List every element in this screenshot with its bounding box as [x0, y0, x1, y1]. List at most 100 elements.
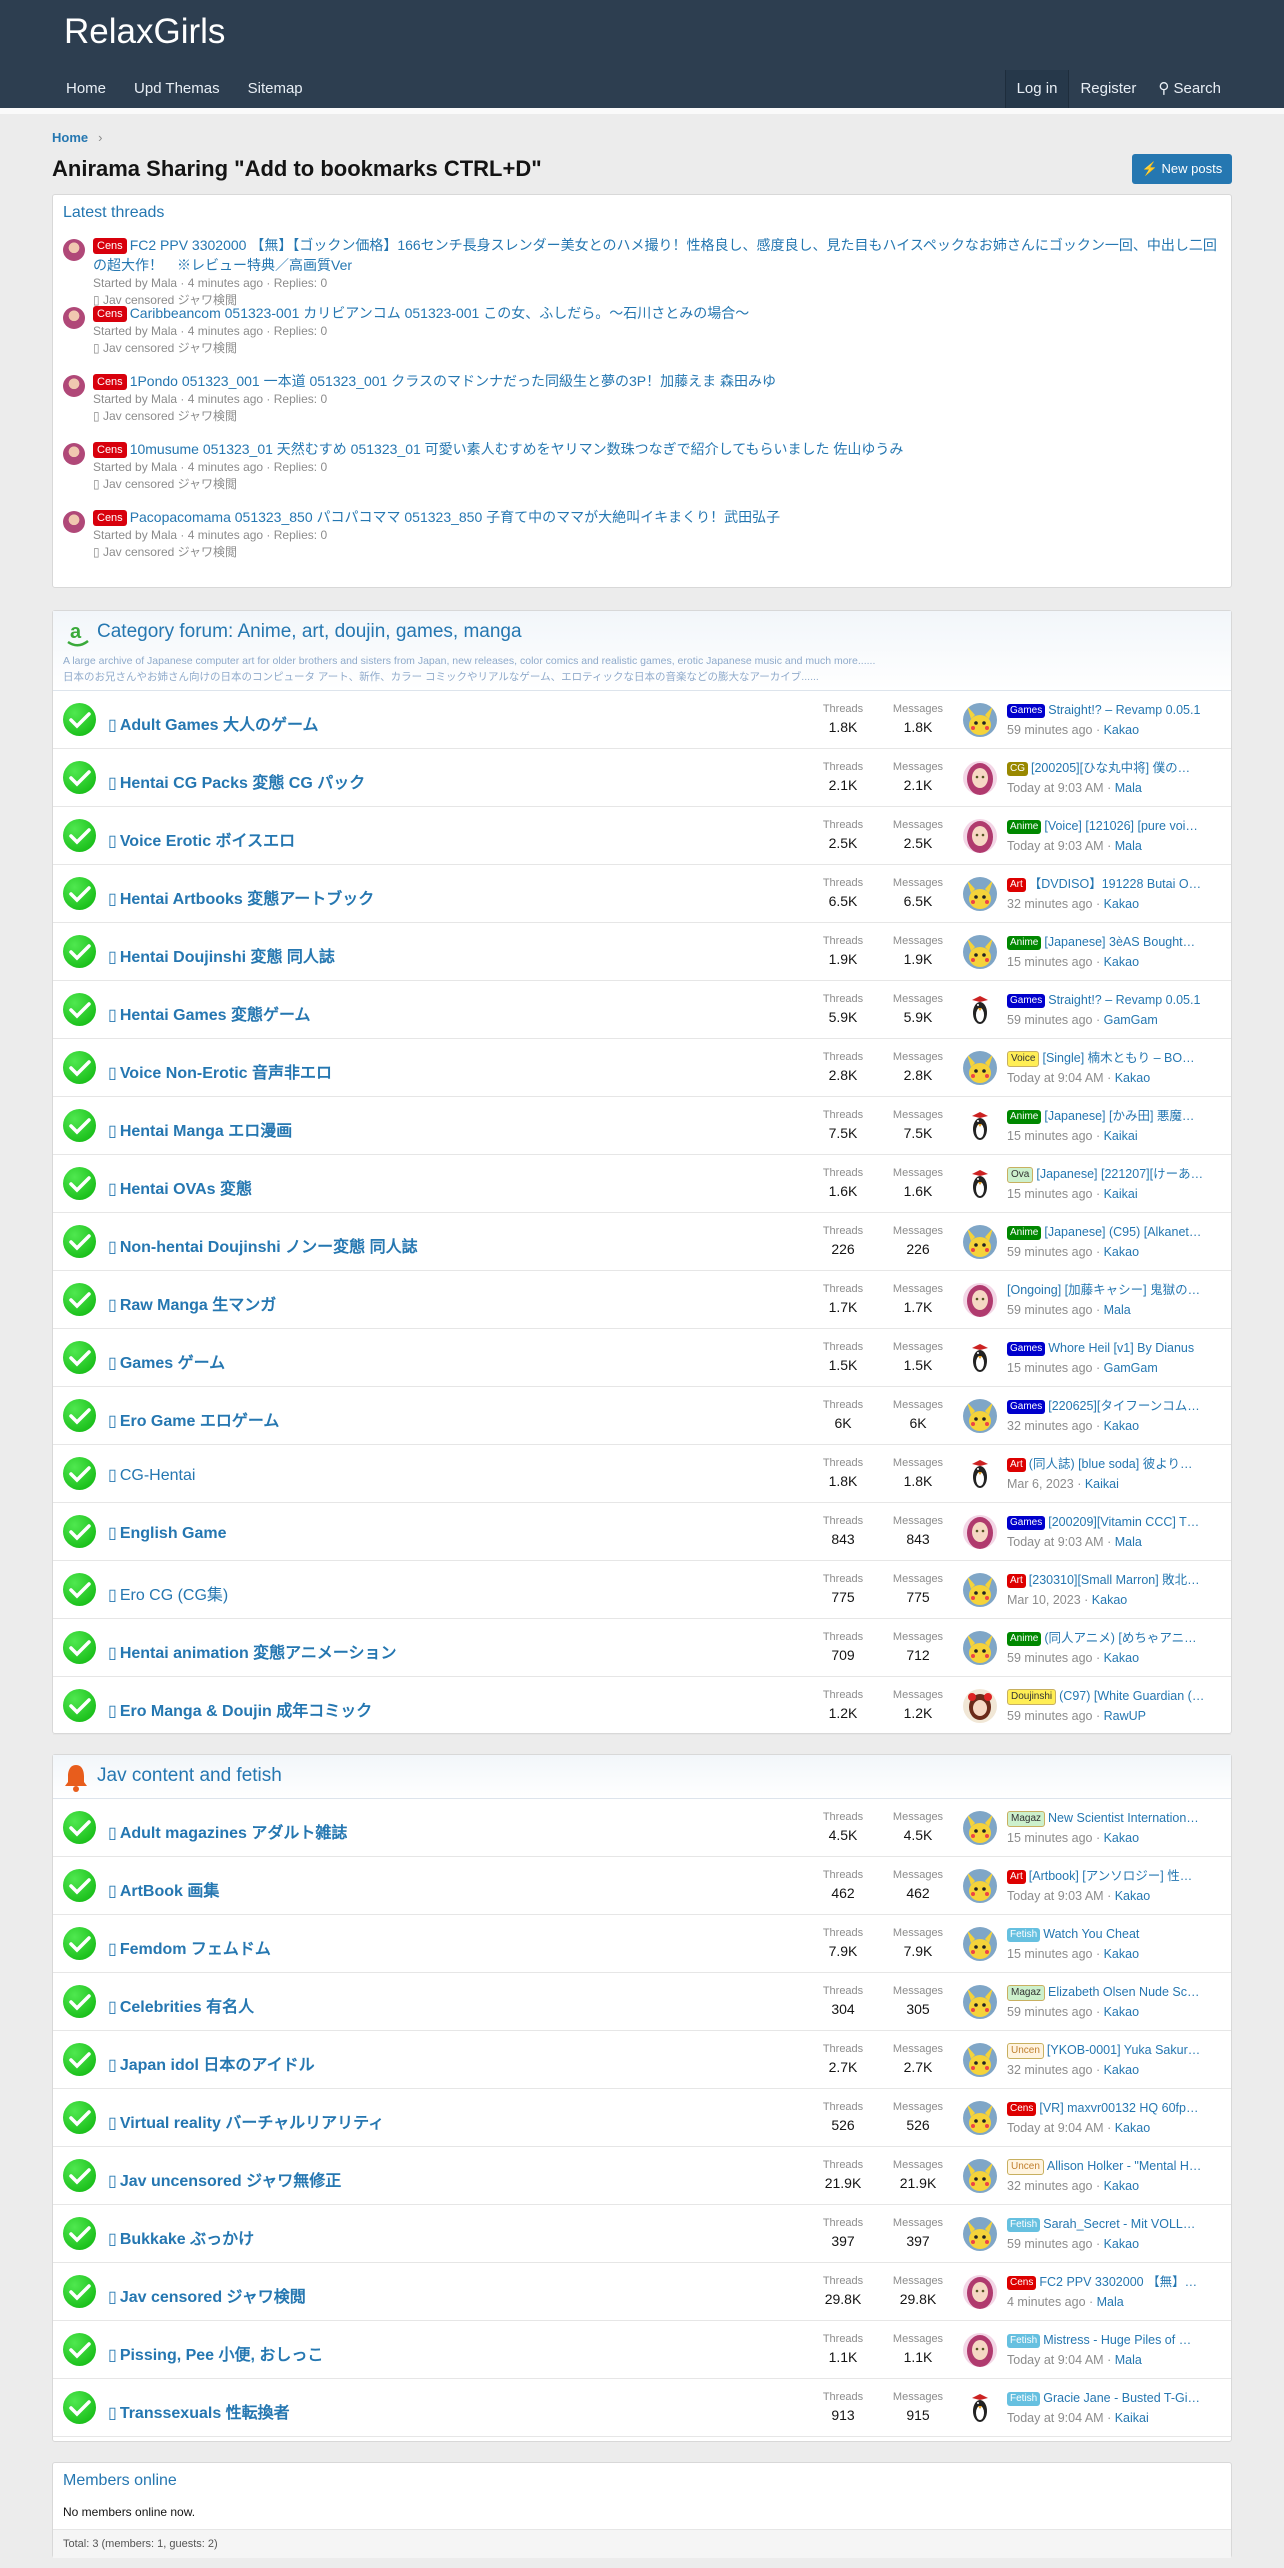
forum-name-text[interactable]: Transsexuals 性転換者: [120, 2405, 290, 2422]
category-title[interactable]: Category forum: Anime, art, doujin, game…: [97, 621, 522, 643]
last-post-user[interactable]: Kaikai: [1104, 1187, 1138, 1201]
last-post-title[interactable]: Fetish Sarah_Secret - Mit VOLL…: [1007, 2214, 1222, 2234]
avatar[interactable]: [63, 375, 85, 397]
avatar[interactable]: [63, 511, 85, 533]
last-poster-avatar[interactable]: [963, 1689, 997, 1723]
last-post-title-text[interactable]: [230310][Small Marron] 敗北…: [1029, 1573, 1200, 1587]
last-post-user[interactable]: Mala: [1104, 1303, 1131, 1317]
forum-name-text[interactable]: English Game: [120, 1525, 227, 1542]
last-post-time[interactable]: 32 minutes ago: [1007, 2063, 1092, 2077]
last-post-title[interactable]: Anime (同人アニメ) [めちゃアニ…: [1007, 1628, 1222, 1648]
thread-title-text[interactable]: FC2 PPV 3302000 【無】【ゴックン価格】166センチ長身スレンダー…: [93, 237, 1217, 273]
forum-name-text[interactable]: Japan idol 日本のアイドル: [120, 2057, 315, 2074]
last-post-user[interactable]: Kakao: [1104, 2179, 1139, 2193]
last-post-user[interactable]: Mala: [1097, 2295, 1124, 2309]
last-post-title[interactable]: Art 【DVDISO】191228 Butai O…: [1007, 874, 1222, 894]
forum-name-text[interactable]: Jav uncensored ジャワ無修正: [120, 2173, 341, 2190]
forum-name-text[interactable]: Voice Erotic ボイスエロ: [120, 833, 295, 850]
last-post-title[interactable]: Fetish Mistress - Huge Piles of …: [1007, 2330, 1222, 2350]
forum-name[interactable]: ▯ Hentai Artbooks 変態アートブック: [108, 885, 374, 909]
last-post-title-text[interactable]: Allison Holker - "Mental H…: [1047, 2159, 1201, 2173]
last-post-title[interactable]: Art [Artbook] [アンソロジー] 性…: [1007, 1866, 1222, 1886]
forum-name[interactable]: ▯ Adult magazines アダルト雑誌: [108, 1819, 347, 1843]
last-post-title[interactable]: Ova [Japanese] [221207][けーあ…: [1007, 1164, 1222, 1184]
last-post-time[interactable]: 59 minutes ago: [1007, 1013, 1092, 1027]
last-post-title-text[interactable]: [200209][Vitamin CCC] T…: [1048, 1515, 1199, 1529]
last-post-user[interactable]: Kakao: [1104, 2063, 1139, 2077]
last-post-title-text[interactable]: Straight!? – Revamp 0.05.1: [1048, 703, 1200, 717]
last-post-time[interactable]: 32 minutes ago: [1007, 1419, 1092, 1433]
last-poster-avatar[interactable]: [963, 1283, 997, 1317]
last-post-title[interactable]: Cens [VR] maxvr00132 HQ 60fp…: [1007, 2098, 1222, 2118]
last-poster-avatar[interactable]: [963, 1399, 997, 1433]
last-post-user[interactable]: Kaikai: [1085, 1477, 1119, 1491]
last-post-title-text[interactable]: Mistress - Huge Piles of …: [1043, 2333, 1191, 2347]
forum-name[interactable]: ▯ Adult Games 大人のゲーム: [108, 711, 318, 735]
thread-title[interactable]: Cens Pacopacomama 051323_850 パコパコママ 05132…: [93, 507, 1221, 527]
last-poster-avatar[interactable]: [963, 1985, 997, 2019]
last-post-user[interactable]: Kakao: [1104, 897, 1139, 911]
forum-name-text[interactable]: Raw Manga 生マンガ: [120, 1297, 276, 1314]
forum-name-text[interactable]: Voice Non-Erotic 音声非エロ: [120, 1065, 332, 1082]
forum-name[interactable]: ▯ Ero Manga & Doujin 成年コミック: [108, 1697, 372, 1721]
forum-name-text[interactable]: Femdom フェムドム: [120, 1941, 271, 1958]
last-poster-avatar[interactable]: [963, 703, 997, 737]
forum-name[interactable]: ▯ Virtual reality バーチャルリアリティ: [108, 2109, 384, 2133]
last-post-title-text[interactable]: 【DVDISO】191228 Butai O…: [1029, 877, 1201, 891]
thread-title[interactable]: Cens 10musume 051323_01 天然むすめ 051323_01 可…: [93, 439, 1221, 459]
last-poster-avatar[interactable]: [963, 1167, 997, 1201]
last-post-user[interactable]: Mala: [1115, 2353, 1142, 2367]
forum-name[interactable]: ▯ Bukkake ぶっかけ: [108, 2225, 254, 2249]
last-post-time[interactable]: 59 minutes ago: [1007, 1651, 1092, 1665]
forum-name-text[interactable]: Celebrities 有名人: [120, 1999, 254, 2016]
last-post-time[interactable]: 59 minutes ago: [1007, 1709, 1092, 1723]
thread-title[interactable]: Cens Caribbeancom 051323-001 カリビアンコム 0513…: [93, 303, 1221, 323]
forum-name-text[interactable]: CG-Hentai: [120, 1467, 196, 1484]
thread-title-text[interactable]: Caribbeancom 051323-001 カリビアンコム 051323-0…: [130, 305, 750, 321]
forum-name[interactable]: ▯ Voice Erotic ボイスエロ: [108, 827, 295, 851]
thread-forum[interactable]: ▯ Jav censored ジャワ検閲: [93, 476, 1221, 493]
last-post-title[interactable]: Games Whore Heil [v1] By Dianus: [1007, 1338, 1222, 1358]
forum-name[interactable]: ▯ Hentai Manga エロ漫画: [108, 1117, 292, 1141]
category-title[interactable]: Jav content and fetish: [97, 1765, 282, 1787]
last-post-user[interactable]: RawUP: [1104, 1709, 1146, 1723]
last-post-title[interactable]: Anime [Japanese] (C95) [Alkanet…: [1007, 1222, 1222, 1242]
forum-name[interactable]: ▯ ArtBook 画集: [108, 1877, 219, 1901]
forum-name[interactable]: ▯ Games ゲーム: [108, 1349, 225, 1373]
forum-name-text[interactable]: Hentai animation 変態アニメーション: [120, 1645, 397, 1662]
last-post-title-text[interactable]: [Japanese] 3èAS Bought…: [1044, 935, 1195, 949]
forum-name-text[interactable]: Ero CG (CG集): [120, 1587, 228, 1604]
last-post-title[interactable]: Magaz New Scientist Internation…: [1007, 1808, 1222, 1828]
last-post-user[interactable]: Mala: [1115, 781, 1142, 795]
last-poster-avatar[interactable]: [963, 1573, 997, 1607]
last-post-title-text[interactable]: Watch You Cheat: [1043, 1927, 1139, 1941]
last-post-time[interactable]: Today at 9:04 AM: [1007, 2121, 1104, 2135]
last-poster-avatar[interactable]: [963, 1631, 997, 1665]
last-post-title[interactable]: Uncen Allison Holker - "Mental H…: [1007, 2156, 1222, 2176]
last-post-title[interactable]: Art [230310][Small Marron] 敗北…: [1007, 1570, 1222, 1590]
last-post-user[interactable]: Kakao: [1104, 1831, 1139, 1845]
forum-name[interactable]: ▯ Celebrities 有名人: [108, 1993, 254, 2017]
last-poster-avatar[interactable]: [963, 1225, 997, 1259]
search-button[interactable]: ⚲ Search: [1147, 70, 1232, 108]
forum-name[interactable]: ▯ English Game: [108, 1523, 227, 1543]
last-post-time[interactable]: 59 minutes ago: [1007, 1303, 1092, 1317]
thread-forum[interactable]: ▯ Jav censored ジャワ検閲: [93, 408, 1221, 425]
last-post-title-text[interactable]: [200205][ひな丸中将] 僕の…: [1031, 761, 1190, 775]
new-posts-button[interactable]: ⚡ New posts: [1132, 154, 1232, 184]
last-post-user[interactable]: Kakao: [1104, 2005, 1139, 2019]
last-poster-avatar[interactable]: [963, 819, 997, 853]
thread-title-text[interactable]: Pacopacomama 051323_850 パコパコママ 051323_85…: [130, 509, 780, 525]
last-post-title-text[interactable]: Gracie Jane - Busted T-Gi…: [1043, 2391, 1200, 2405]
last-post-time[interactable]: Today at 9:03 AM: [1007, 1889, 1104, 1903]
last-poster-avatar[interactable]: [963, 1927, 997, 1961]
last-post-title-text[interactable]: New Scientist Internation…: [1048, 1811, 1199, 1825]
last-poster-avatar[interactable]: [963, 2159, 997, 2193]
last-poster-avatar[interactable]: [963, 935, 997, 969]
last-poster-avatar[interactable]: [963, 877, 997, 911]
forum-name-text[interactable]: Hentai Manga エロ漫画: [120, 1123, 292, 1140]
forum-name-text[interactable]: Games ゲーム: [120, 1355, 225, 1372]
forum-name[interactable]: ▯ Hentai animation 変態アニメーション: [108, 1639, 397, 1663]
last-post-title-text[interactable]: [220625][タイフーンコム…: [1048, 1399, 1200, 1413]
login-button[interactable]: Log in: [1004, 70, 1070, 108]
